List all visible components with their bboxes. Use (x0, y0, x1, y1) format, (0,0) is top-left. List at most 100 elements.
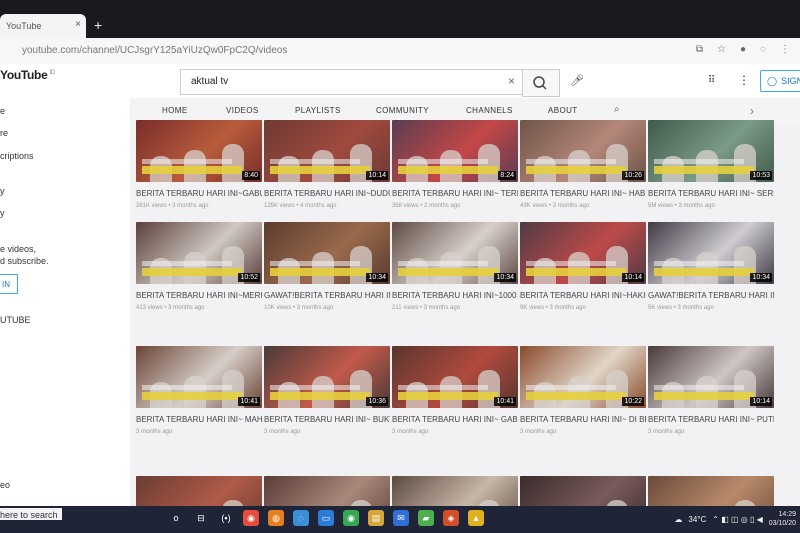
taskbar-search-hint[interactable]: here to search (0, 508, 62, 520)
thumbnail-headline-band (398, 268, 498, 276)
video-title[interactable]: BERITA TERBARU HARI INI~GABUNGAN POM TNI (136, 188, 262, 199)
tray-icons[interactable]: ⌃ ◧ ◫ ◎ ▯ ◀ (712, 515, 762, 524)
video-card[interactable]: 8:40 BERITA TERBARU HARI INI~GABUNGAN POM… (136, 120, 262, 209)
microphone-icon[interactable]: 🎤︎ (570, 74, 584, 87)
video-title[interactable]: BERITA TERBARU HARI INI~HAKIM KHAWANTO (520, 290, 646, 301)
video-thumbnail[interactable]: 10:41 (392, 346, 518, 408)
video-card[interactable]: 10:34 BERITA TERBARU HARI INI~1000 ULAMA … (392, 222, 518, 311)
video-title[interactable]: BERITA TERBARU HARI INI~1000 ULAMA TIDAK (392, 290, 518, 301)
video-card[interactable]: 10:52 BERITA TERBARU HARI INI~MERINDING W… (136, 222, 262, 311)
video-card[interactable]: 10:41 BERITA TERBARU HARI INI~ MAHKAMAH 3 … (136, 346, 262, 435)
clock[interactable]: 14:29 03/10/20 (769, 510, 796, 528)
video-thumbnail[interactable]: 10:14 (648, 346, 774, 408)
video-thumbnail[interactable]: 10:41 (136, 346, 262, 408)
tab-channels[interactable]: CHANNELS (466, 106, 513, 115)
taskbar-app-icon[interactable]: ◉ (243, 510, 259, 526)
sign-in-button[interactable]: ◯ SIGN (760, 70, 800, 92)
taskbar-app-icon[interactable]: ▲ (468, 510, 484, 526)
video-thumbnail[interactable]: 10:34 (648, 222, 774, 284)
taskbar-app-icon[interactable]: ◍ (268, 510, 284, 526)
youtube-logo[interactable]: YouTube ID (0, 68, 55, 82)
video-thumbnail[interactable]: 8:24 (392, 120, 518, 182)
video-thumbnail[interactable]: 10:14 (520, 222, 646, 284)
video-title[interactable]: GAWAT!BERITA TERBARU HARI INI~ PENGAKUAN… (264, 290, 390, 301)
video-thumbnail[interactable]: 10:34 (392, 222, 518, 284)
video-card[interactable]: 10:14 BERITA TERBARU HARI INI~HAKIM KHAWA… (520, 222, 646, 311)
video-card[interactable]: 10:22 BERITA TERBARU HARI INI~ DI BEBASKA… (520, 346, 646, 435)
bookmark-star-icon[interactable]: ☆ (717, 44, 726, 55)
video-title[interactable]: BERITA TERBARU HARI INI~ BUKTIKAN (264, 414, 390, 425)
thumbnail-caption-band (398, 385, 488, 390)
tab-community[interactable]: COMMUNITY (376, 106, 429, 115)
tab-home[interactable]: HOME (162, 106, 188, 115)
video-thumbnail[interactable]: 10:26 (520, 120, 646, 182)
video-title[interactable]: GAWAT!BERITA TERBARU HARI INI~DOA UMAT (648, 290, 774, 301)
video-title[interactable]: BERITA TERBARU HARI INI~ PUTRA (648, 414, 774, 425)
taskbar-app-icon[interactable]: ◌ (293, 510, 309, 526)
more-options-icon[interactable]: ⋮ (738, 73, 750, 87)
video-card[interactable]: 10:41 BERITA TERBARU HARI INI~ GABUNGAN 3 … (392, 346, 518, 435)
video-card[interactable]: 8:24 BERITA TERBARU HARI INI~ TERBUKTI SU… (392, 120, 518, 209)
video-card[interactable]: 10:26 BERITA TERBARU HARI INI~ HABIB RIZI… (520, 120, 646, 209)
search-input[interactable]: aktual tv × (180, 69, 524, 95)
video-thumbnail[interactable]: 10:53 (648, 120, 774, 182)
sidebar-sign-in-button[interactable]: IN (0, 274, 18, 294)
new-tab-icon[interactable]: + (94, 17, 102, 33)
sidebar-item-history[interactable]: y (0, 208, 5, 218)
video-title[interactable]: BERITA TERBARU HARI INI~ DI BEBASKAN (520, 414, 646, 425)
system-tray: ☁ 34°C ⌃ ◧ ◫ ◎ ▯ ◀ 14:29 03/10/20 (674, 510, 796, 528)
search-button[interactable] (522, 69, 560, 97)
sidebar-item-explore[interactable]: re (0, 128, 8, 138)
logo-text: YouTube (0, 68, 48, 82)
video-card[interactable]: 10:34 GAWAT!BERITA TERBARU HARI INI~ PENG… (264, 222, 390, 311)
extension-icon[interactable]: ● (740, 44, 746, 55)
sidebar-item-video[interactable]: eo (0, 480, 10, 490)
video-card[interactable]: 10:14 BERITA TERBARU HARI INI~DUDUNG... 12… (264, 120, 390, 209)
chevron-right-icon[interactable]: › (750, 104, 754, 118)
video-card[interactable]: 10:53 BERITA TERBARU HARI INI~ SERENTAK T… (648, 120, 774, 209)
clear-search-icon[interactable]: × (508, 74, 515, 88)
video-title[interactable]: BERITA TERBARU HARI INI~DUDUNG... (264, 188, 390, 199)
video-title[interactable]: BERITA TERBARU HARI INI~ HABIB RIZIEQ BE… (520, 188, 646, 199)
share-icon[interactable]: ⧉ (696, 44, 703, 55)
video-title[interactable]: BERITA TERBARU HARI INI~ TERBUKTI SUDAH … (392, 188, 518, 199)
video-card[interactable]: 10:36 BERITA TERBARU HARI INI~ BUKTIKAN 3 … (264, 346, 390, 435)
browser-menu-icon[interactable]: ⋮ (780, 44, 790, 55)
video-thumbnail[interactable]: 10:36 (264, 346, 390, 408)
temperature[interactable]: 34°C (688, 515, 706, 524)
taskbar-app-icon[interactable]: ◈ (443, 510, 459, 526)
sidebar-item-library[interactable]: y (0, 186, 5, 196)
thumbnail-headline-band (398, 166, 498, 174)
video-duration: 10:52 (238, 273, 260, 282)
taskbar-app-icon[interactable]: ▭ (318, 510, 334, 526)
video-thumbnail[interactable]: 10:34 (264, 222, 390, 284)
address-bar[interactable]: youtube.com/channel/UCJsgrY125aYiUzQw0Fp… (0, 38, 800, 65)
tab-playlists[interactable]: PLAYLISTS (295, 106, 341, 115)
video-title[interactable]: BERITA TERBARU HARI INI~ SERENTAK TERKEN… (648, 188, 774, 199)
apps-grid-icon[interactable]: ⠿ (708, 75, 715, 86)
taskbar-app-icon[interactable]: ✉ (393, 510, 409, 526)
video-thumbnail[interactable]: 8:40 (136, 120, 262, 182)
sidebar-item-subscriptions[interactable]: criptions (0, 151, 34, 161)
video-card[interactable]: 10:14 BERITA TERBARU HARI INI~ PUTRA 3 mon… (648, 346, 774, 435)
taskbar-app-icon[interactable]: ◉ (343, 510, 359, 526)
profile-icon[interactable]: ◌ (760, 44, 766, 55)
taskbar-app-icon[interactable]: ▰ (418, 510, 434, 526)
url-text[interactable]: youtube.com/channel/UCJsgrY125aYiUzQw0Fp… (22, 45, 287, 56)
video-title[interactable]: BERITA TERBARU HARI INI~MERINDING WASIAT (136, 290, 262, 301)
sidebar-item-home[interactable]: e (0, 106, 5, 116)
taskbar-app-icon[interactable]: ⊟ (193, 510, 209, 526)
video-card[interactable]: 10:34 GAWAT!BERITA TERBARU HARI INI~DOA U… (648, 222, 774, 311)
taskbar-app-icon[interactable]: (▪) (218, 510, 234, 526)
channel-search-icon[interactable]: ⌕ (614, 104, 620, 115)
video-title[interactable]: BERITA TERBARU HARI INI~ GABUNGAN (392, 414, 518, 425)
video-thumbnail[interactable]: 10:22 (520, 346, 646, 408)
video-thumbnail[interactable]: 10:52 (136, 222, 262, 284)
taskbar-app-icon[interactable]: o (168, 510, 184, 526)
tab-about[interactable]: ABOUT (548, 106, 578, 115)
taskbar-app-icon[interactable]: ▤ (368, 510, 384, 526)
tab-close-icon[interactable]: × (75, 19, 81, 30)
video-title[interactable]: BERITA TERBARU HARI INI~ MAHKAMAH (136, 414, 262, 425)
video-thumbnail[interactable]: 10:14 (264, 120, 390, 182)
browser-tab[interactable]: YouTube × (0, 14, 86, 38)
